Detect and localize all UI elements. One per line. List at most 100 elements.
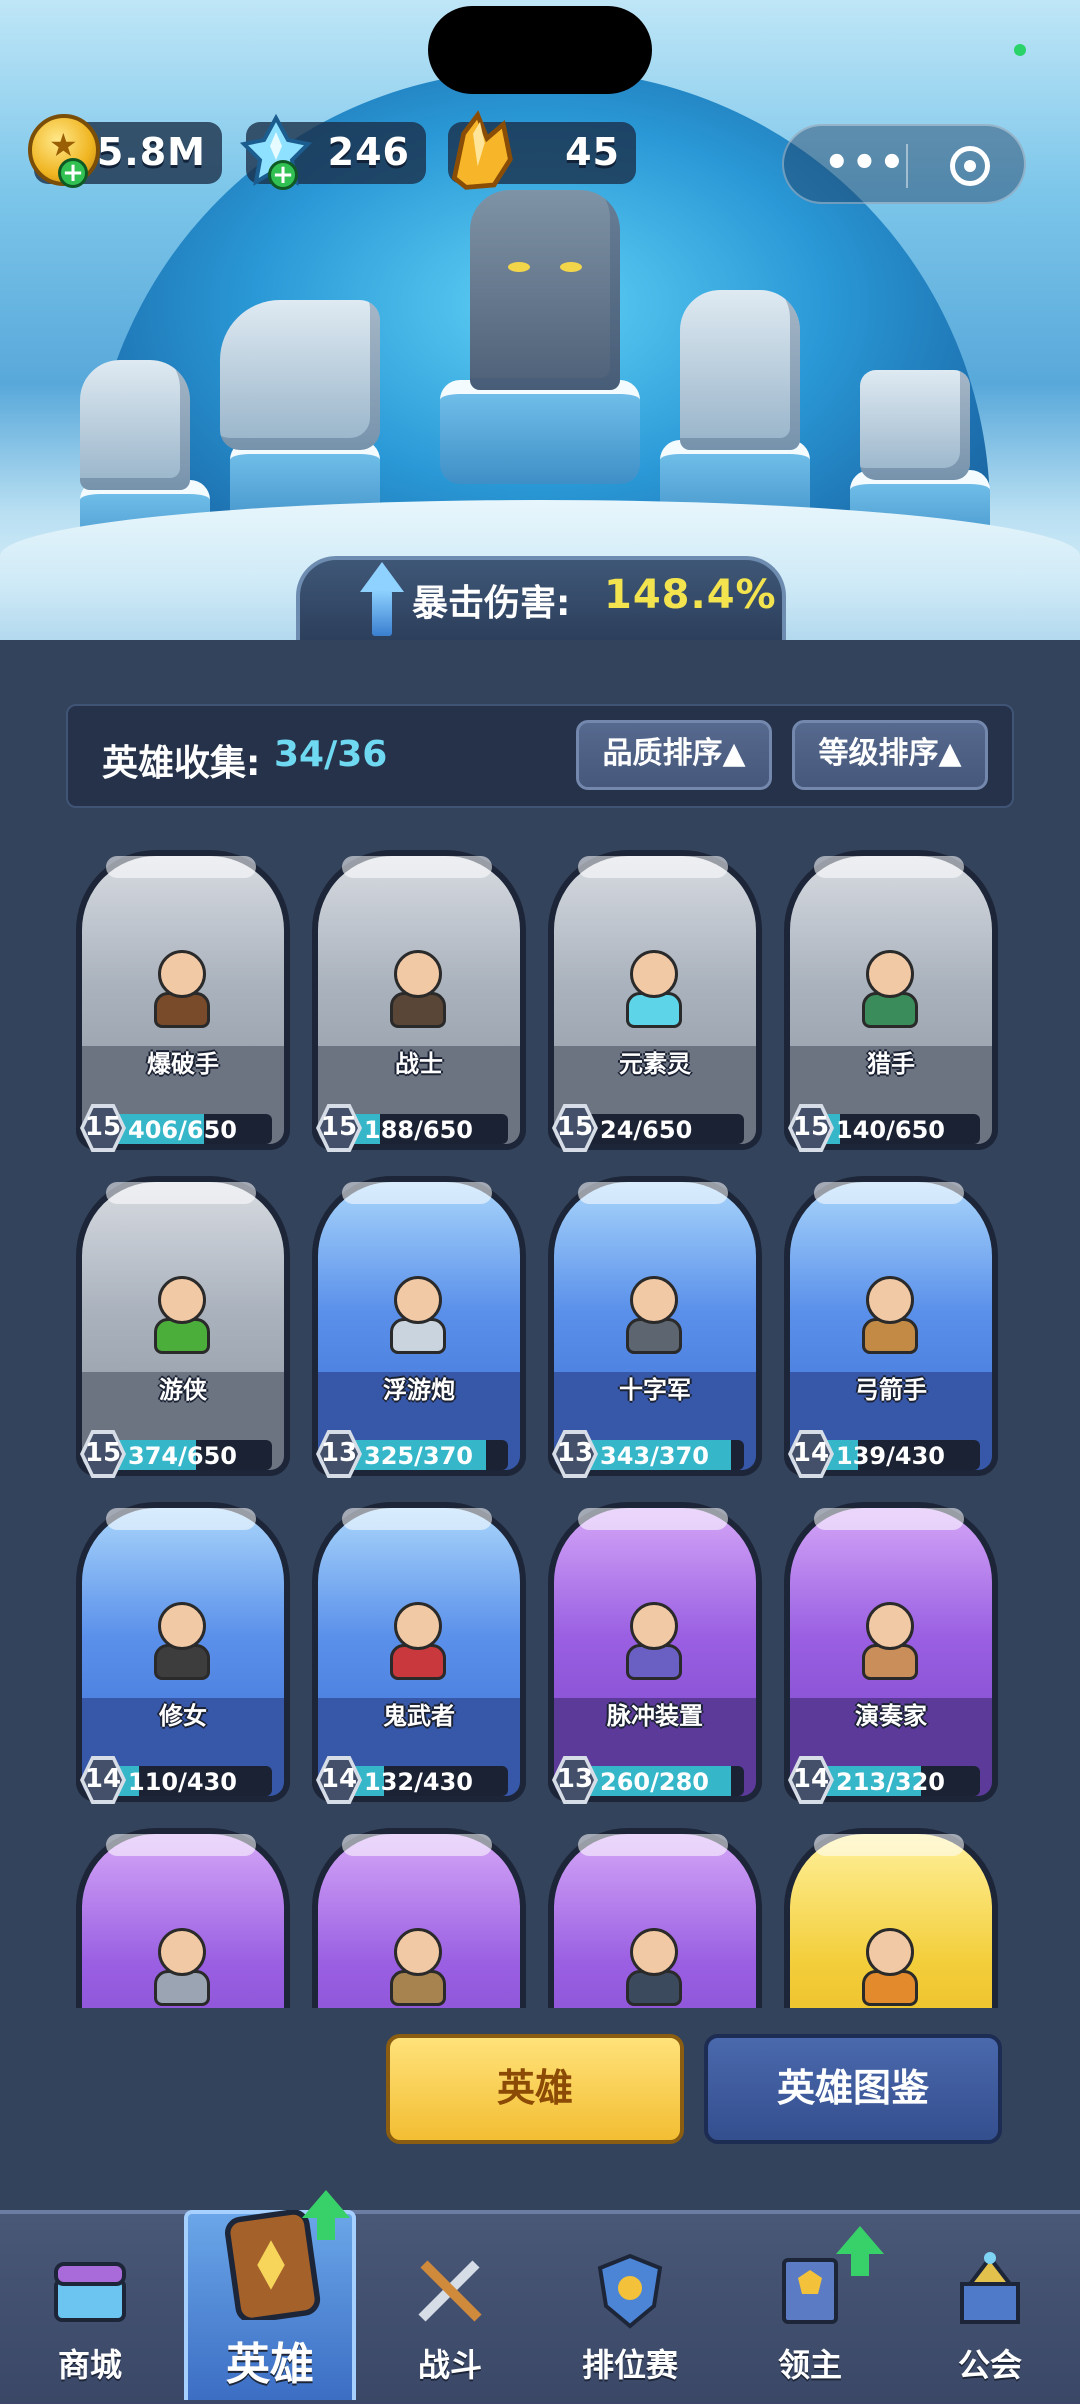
hero-card[interactable]: 鬼武者 132/430 14 [312, 1502, 526, 1812]
hero-portrait-head [866, 950, 914, 998]
dragon-eye [560, 262, 582, 272]
add-diamonds-icon[interactable]: + [268, 160, 298, 190]
card-frost-cap [578, 1834, 728, 1856]
nav-item-guild[interactable]: 公会 [900, 2210, 1080, 2400]
hero-portrait-head [158, 1276, 206, 1324]
hero-name: 游侠 [159, 1376, 207, 1404]
capsule-divider [906, 144, 908, 188]
hero-level: 15 [792, 1112, 830, 1142]
statue-robot [860, 370, 970, 480]
hero-name: 演奏家 [855, 1702, 927, 1730]
hero-card[interactable] [312, 1828, 526, 2008]
crossed-swords-icon [418, 2260, 482, 2322]
diamonds-value: 246 [327, 130, 410, 174]
crit-damage-label: 暴击伤害: [412, 583, 571, 624]
hero-name: 弓箭手 [855, 1376, 927, 1404]
nav-label: 战斗 [417, 2346, 482, 2384]
hero-portrait [850, 1276, 930, 1356]
hero-portrait [850, 1928, 930, 2008]
currency-coins[interactable]: + 5.8M [28, 114, 222, 188]
hero-tab-button[interactable]: 英雄 [386, 2034, 684, 2144]
hero-card[interactable]: 爆破手 406/650 15 [76, 850, 290, 1160]
hero-progress-text: 140/650 [836, 1116, 945, 1144]
hero-portrait [142, 1602, 222, 1682]
coins-value: 5.8M [96, 130, 206, 174]
hero-card-icon [225, 2210, 321, 2320]
nav-item-battle[interactable]: 战斗 [360, 2210, 540, 2400]
nav-label: 公会 [957, 2346, 1022, 2384]
card-frost-cap [578, 856, 728, 878]
hero-portrait [614, 950, 694, 1030]
hero-card[interactable]: 猎手 140/650 15 [784, 850, 998, 1160]
amber-crystal-icon [451, 110, 513, 190]
hero-level-badge: 15 [316, 1104, 362, 1152]
nav-label: 商城 [57, 2346, 122, 2384]
hero-portrait-head [158, 1928, 206, 1976]
camera-notch [428, 6, 652, 94]
sort-by-level-button[interactable]: 等级排序▲ [792, 720, 988, 790]
hero-portrait [850, 950, 930, 1030]
hero-level-badge: 15 [788, 1104, 834, 1152]
hero-level-badge: 14 [316, 1756, 362, 1804]
miniprogram-capsule: ••• [782, 124, 1026, 204]
hero-portrait-head [158, 1602, 206, 1650]
hero-codex-button[interactable]: 英雄图鉴 [704, 2034, 1002, 2144]
hero-level: 14 [792, 1438, 830, 1468]
hero-card[interactable]: 脉冲装置 260/280 13 [548, 1502, 762, 1812]
hero-card-grid: 爆破手 406/650 15 战士 188/650 15 元素灵 24/650 15 猎手 140/… [0, 850, 1080, 2008]
hero-level: 14 [320, 1764, 358, 1794]
hero-progress-text: 325/370 [364, 1442, 473, 1470]
hero-card[interactable] [548, 1828, 762, 2008]
currency-diamonds[interactable]: + 246 [240, 114, 426, 190]
hero-portrait-head [394, 1276, 442, 1324]
nav-label: 领主 [777, 2346, 842, 2384]
hero-card[interactable]: 修女 110/430 14 [76, 1502, 290, 1812]
hero-card[interactable]: 弓箭手 139/430 14 [784, 1176, 998, 1486]
hero-card[interactable]: 浮游炮 325/370 13 [312, 1176, 526, 1486]
up-arrow-icon [360, 562, 404, 592]
hero-portrait [142, 1928, 222, 2008]
nav-label: 英雄 [226, 2339, 314, 2390]
hero-card[interactable]: 演奏家 213/320 14 [784, 1502, 998, 1812]
hero-progress-text: 188/650 [364, 1116, 473, 1144]
nav-item-shop[interactable]: 商城 [0, 2210, 180, 2400]
hero-name: 鬼武者 [383, 1702, 455, 1730]
card-frost-cap [106, 1182, 256, 1204]
card-frost-cap [814, 1508, 964, 1530]
hero-level: 14 [792, 1764, 830, 1794]
upgrade-arrow-stem [851, 2254, 869, 2276]
more-options-icon[interactable]: ••• [824, 140, 907, 186]
hero-level-badge: 14 [788, 1756, 834, 1804]
hero-portrait [378, 1602, 458, 1682]
card-frost-cap [814, 1182, 964, 1204]
hero-card[interactable] [76, 1828, 290, 2008]
collection-label: 英雄收集: [102, 743, 261, 784]
hero-card[interactable]: 元素灵 24/650 15 [548, 850, 762, 1160]
sort-by-quality-button[interactable]: 品质排序▲ [576, 720, 772, 790]
hero-name: 元素灵 [619, 1050, 691, 1078]
hero-level: 15 [84, 1112, 122, 1142]
currency-crystals[interactable]: 45 [448, 110, 636, 190]
hero-progress-text: 132/430 [364, 1768, 473, 1796]
hero-progress-text: 24/650 [600, 1116, 693, 1144]
nav-item-ranked[interactable]: 排位赛 [540, 2210, 720, 2400]
hero-portrait [378, 1928, 458, 2008]
card-frost-cap [342, 1834, 492, 1856]
add-coins-icon[interactable]: + [58, 158, 88, 188]
hero-card[interactable]: 十字军 343/370 13 [548, 1176, 762, 1486]
hero-level: 15 [556, 1112, 594, 1142]
hero-card[interactable]: 战士 188/650 15 [312, 850, 526, 1160]
hero-level-badge: 13 [552, 1756, 598, 1804]
hero-portrait-head [630, 1276, 678, 1324]
hero-level: 13 [556, 1764, 594, 1794]
hero-level-badge: 14 [788, 1430, 834, 1478]
hero-progress-text: 343/370 [600, 1442, 709, 1470]
upgrade-available-arrow-icon [302, 2190, 350, 2218]
close-miniprogram-icon[interactable] [950, 146, 990, 186]
camera-indicator-dot [1014, 44, 1026, 56]
hero-name: 爆破手 [147, 1050, 219, 1078]
hero-card[interactable] [784, 1828, 998, 2008]
hero-card[interactable]: 游侠 374/650 15 [76, 1176, 290, 1486]
hero-portrait [378, 950, 458, 1030]
hero-portrait-head [394, 1928, 442, 1976]
